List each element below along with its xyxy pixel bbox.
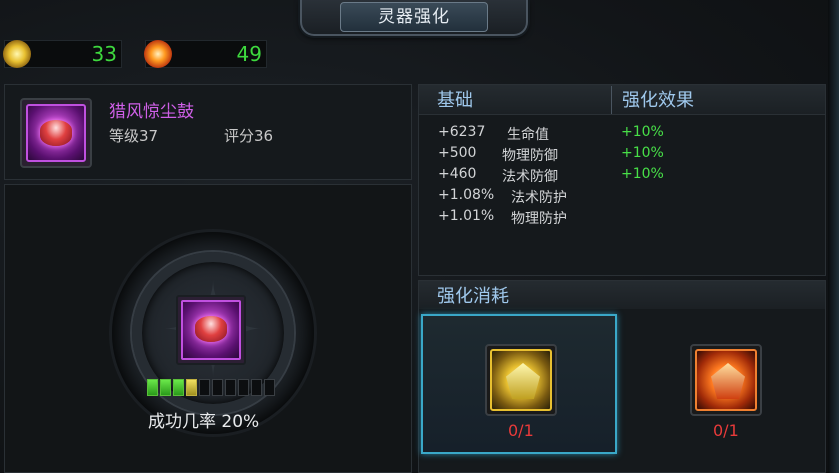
header-divider [611,86,612,114]
enhance-item-slot[interactable] [176,295,246,365]
enhance-progress-pips [147,379,275,396]
stat-name: 生命值 [507,127,549,143]
material-count-gold: 0/1 [508,421,534,440]
pentagon-gem-icon [506,363,540,399]
progress-pip [160,379,171,396]
progress-pip [251,379,262,396]
currency-gold-value: 33 [91,42,117,66]
cost-header: 强化消耗 [437,286,509,307]
page-title: 灵器强化 [340,2,488,32]
currency-fire-value: 49 [236,42,262,66]
war-drum-icon [26,104,86,162]
progress-pip [173,379,184,396]
material-slot-fire[interactable] [690,344,762,416]
stat-value: +500 [438,145,477,161]
stat-effect: +10% [621,166,664,182]
war-drum-icon [181,300,241,360]
progress-pip [264,379,275,396]
stat-name: 法术防御 [502,169,558,185]
progress-pip [225,379,236,396]
stat-name: 物理防御 [502,148,558,164]
stat-name: 法术防护 [511,190,567,206]
fire-stone-icon [695,349,757,411]
stats-header-effect: 强化效果 [622,90,694,111]
fire-orb-icon [144,40,172,68]
gold-stone-icon [490,349,552,411]
stat-value: +6237 [438,124,486,140]
stat-effect: +10% [621,145,664,161]
stat-value: +1.08% [438,187,495,203]
material-slot-gold[interactable] [485,344,557,416]
stat-name: 物理防护 [511,211,567,227]
progress-pip [186,379,197,396]
drum-graphic [195,316,227,342]
drum-graphic [40,120,72,146]
success-rate: 成功几率 20% [148,412,260,432]
stat-effect: +10% [621,124,664,140]
gold-orb-icon [3,40,31,68]
progress-pip [238,379,249,396]
currency-fire: 49 [144,40,267,68]
item-slot[interactable] [20,98,92,168]
stats-header-base: 基础 [437,90,473,111]
stat-value: +1.01% [438,208,495,224]
pentagon-gem-icon [711,363,745,399]
progress-pip [199,379,210,396]
item-name: 猎风惊尘鼓 [109,102,194,122]
material-count-fire: 0/1 [713,421,739,440]
progress-pip [147,379,158,396]
item-score: 评分36 [224,127,274,145]
stat-value: +460 [438,166,477,182]
progress-pip [212,379,223,396]
currency-gold: 33 [3,40,122,68]
right-edge-strip [828,0,839,473]
item-level: 等级37 [109,127,159,145]
